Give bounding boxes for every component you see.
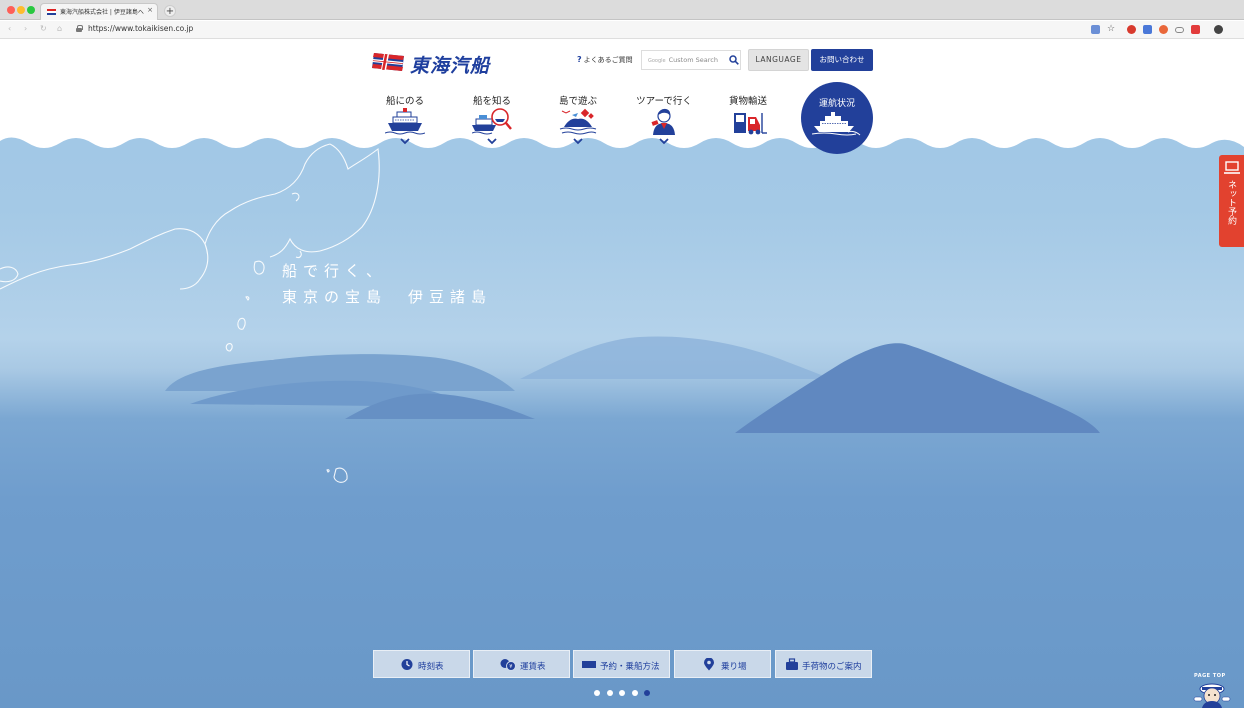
browser-tab[interactable]: 東海汽船株式会社 | 伊豆諸島へ × (40, 3, 158, 20)
back-icon[interactable]: ‹ (8, 24, 11, 33)
tab-title: 東海汽船株式会社 | 伊豆諸島へ (60, 9, 144, 16)
home-icon[interactable]: ⌂ (57, 24, 62, 33)
laptop-icon (1224, 161, 1240, 174)
clock-icon (401, 659, 413, 670)
search-input[interactable]: Google Custom Search (641, 50, 741, 70)
carousel-dot-2[interactable] (606, 690, 613, 696)
adblock-extension-icon[interactable] (1127, 25, 1136, 34)
carousel-dot-5[interactable] (644, 690, 650, 696)
search-brand: Google (648, 58, 666, 64)
hero-tagline-line1: 船で行く、 (282, 262, 388, 280)
chevron-down-icon (573, 138, 583, 145)
flag-extension-icon[interactable] (1191, 25, 1200, 34)
quick-link-fares[interactable]: ¥ 運賃表 (473, 650, 570, 678)
nav-item-learn[interactable]: 船を知る (457, 93, 527, 151)
hero-tagline-line2: 東京の宝島 伊豆諸島 (282, 288, 493, 306)
quick-link-terminals[interactable]: 乗り場 (674, 650, 771, 678)
online-reservation-tab[interactable]: ネット予約 (1219, 155, 1244, 247)
online-reservation-label: ネット予約 (1226, 180, 1236, 225)
search-placeholder: Google Custom Search (648, 56, 718, 64)
minimize-window-button[interactable] (17, 6, 25, 14)
favicon-flag-icon (47, 9, 56, 15)
translator-extension-icon[interactable] (1143, 25, 1152, 34)
search-placeholder-text: Custom Search (668, 56, 718, 64)
island-icon (559, 108, 597, 135)
site-logo[interactable]: 東海汽船 (372, 51, 500, 77)
quick-link-label: 時刻表 (418, 662, 444, 672)
chevron-down-icon (487, 138, 497, 145)
nav-item-tour[interactable]: ツアーで行く (629, 93, 699, 151)
quick-link-label: 予約・乗船方法 (600, 662, 660, 672)
page-top-button[interactable]: PAGE TOP (1188, 673, 1236, 708)
search-icon[interactable] (729, 55, 739, 65)
hero-tagline: 船で行く、 東京の宝島 伊豆諸島 (282, 258, 492, 310)
quick-link-label: 運賃表 (520, 662, 546, 672)
coins-icon: ¥ (500, 659, 516, 671)
ticket-icon (582, 661, 596, 668)
map-pin-icon (704, 658, 714, 671)
question-icon: ? (577, 55, 582, 64)
browser-toolbar: ‹ › ↻ ⌂ https://www.tokaikisen.co.jp ☆ (0, 21, 1244, 39)
quick-link-label: 乗り場 (721, 662, 747, 672)
forklift-icon (734, 113, 767, 135)
forward-icon[interactable]: › (24, 24, 27, 33)
nav-item-island[interactable]: 島で遊ぶ (543, 93, 613, 151)
zoom-window-button[interactable] (27, 6, 35, 14)
faq-label: よくあるご質問 (583, 56, 633, 64)
status-label: 運航状況 (818, 99, 855, 109)
faq-link[interactable]: ? よくあるご質問 (577, 55, 633, 65)
nav-label: 貨物輸送 (728, 96, 767, 107)
quick-link-label: 手荷物のご案内 (802, 662, 862, 672)
reload-icon[interactable]: ↻ (40, 24, 47, 33)
carousel-dot-4[interactable] (631, 690, 638, 696)
language-button[interactable]: LANGUAGE (748, 49, 809, 71)
captain-mascot-icon (1193, 683, 1231, 708)
islands-silhouette (165, 336, 1100, 433)
service-status-button[interactable]: 運航状況 (801, 82, 873, 154)
svg-text:¥: ¥ (509, 664, 512, 670)
lock-icon (76, 25, 83, 32)
chevron-down-icon (400, 138, 410, 145)
ship-icon (812, 112, 861, 136)
browser-tab-bar: 東海汽船株式会社 | 伊豆諸島へ × + (0, 0, 1244, 20)
translate-extension-icon[interactable] (1091, 25, 1100, 34)
nav-item-cargo[interactable]: 貨物輸送 (713, 93, 783, 151)
new-tab-button[interactable]: + (164, 5, 176, 17)
nav-label: 船を知る (472, 96, 511, 107)
carousel-dot-3[interactable] (619, 690, 625, 696)
quick-link-baggage[interactable]: 手荷物のご案内 (775, 650, 872, 678)
nav-label: ツアーで行く (636, 96, 692, 107)
tab-close-icon[interactable]: × (147, 6, 153, 14)
extension-icon[interactable] (1159, 25, 1168, 34)
ferry-icon (385, 108, 425, 135)
magnifier-ship-icon (472, 108, 512, 135)
carousel-dot-1[interactable] (594, 690, 600, 696)
quick-link-timetable[interactable]: 時刻表 (373, 650, 470, 678)
address-bar[interactable]: https://www.tokaikisen.co.jp (88, 24, 193, 33)
luggage-icon (786, 658, 798, 670)
close-window-button[interactable] (7, 6, 15, 14)
contact-button[interactable]: お問い合わせ (811, 49, 873, 71)
flag-logo-icon (372, 53, 404, 71)
profile-avatar[interactable] (1214, 25, 1223, 34)
logo-text: 東海汽船 (410, 55, 491, 77)
nav-label: 島で遊ぶ (558, 96, 597, 107)
chevron-down-icon (659, 138, 669, 145)
web-page: 船で行く、 東京の宝島 伊豆諸島 東海汽船 ? よくあるご質問 Google Cus… (0, 39, 1244, 708)
bookmark-star-icon[interactable]: ☆ (1107, 25, 1116, 34)
nav-item-ride[interactable]: 船にのる (370, 93, 440, 151)
quick-link-booking[interactable]: 予約・乗船方法 (573, 650, 670, 678)
link-extension-icon[interactable] (1175, 27, 1184, 33)
nav-label: 船にのる (385, 96, 424, 107)
guide-person-icon (651, 108, 675, 135)
